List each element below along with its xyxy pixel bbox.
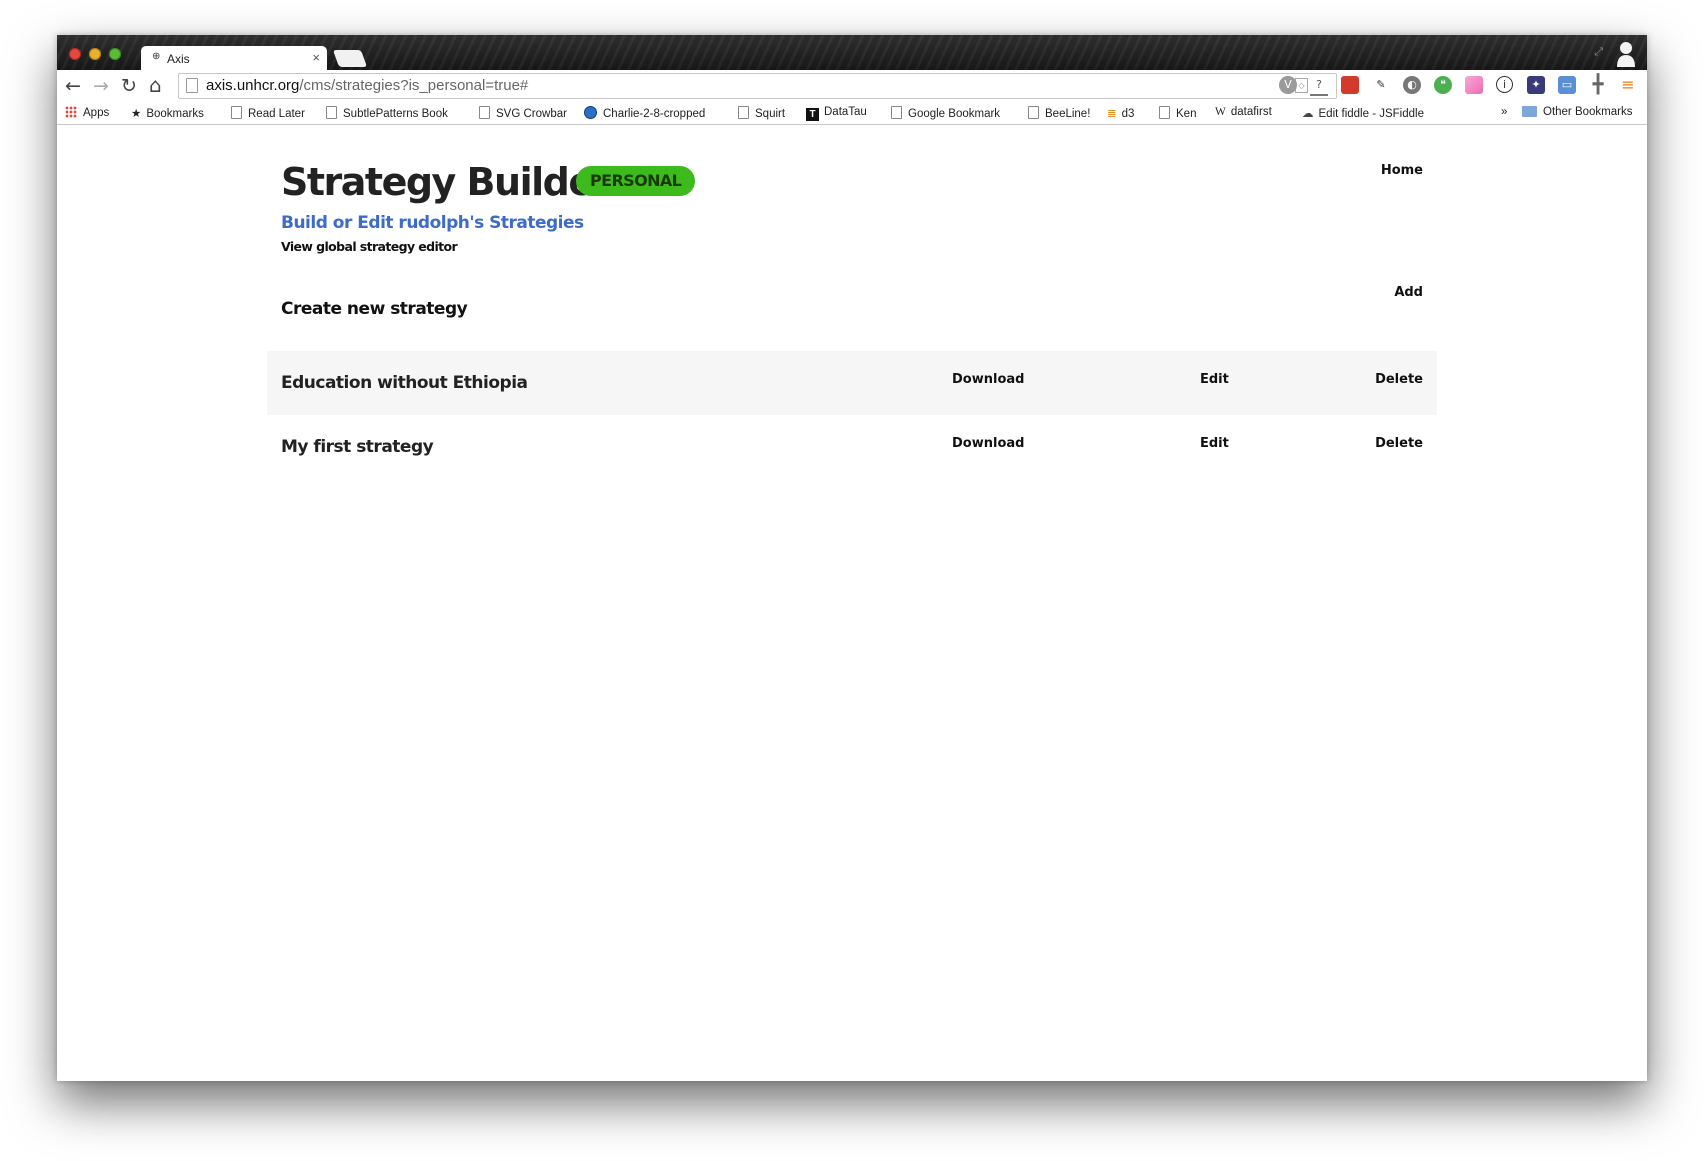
- tab-axis[interactable]: ⊕ Axis ×: [141, 46, 327, 70]
- page-icon: [186, 78, 198, 93]
- add-strategy-button[interactable]: Add: [1394, 285, 1423, 300]
- apps-grid-icon: [65, 106, 77, 118]
- bookmarks-overflow-button[interactable]: »: [1501, 106, 1507, 118]
- extension-bookmark-icon[interactable]: [1341, 76, 1359, 94]
- page-icon: [1028, 106, 1039, 119]
- extension-v-icon[interactable]: V: [1279, 76, 1297, 94]
- bookmark-svg-crowbar[interactable]: SVG Crowbar: [479, 106, 567, 120]
- download-button[interactable]: Download: [952, 436, 1024, 451]
- strategy-row: My first strategy Download Edit Delete: [267, 415, 1437, 479]
- page-icon: [738, 106, 749, 119]
- info-icon[interactable]: i: [1496, 76, 1513, 93]
- bookmark-beeline[interactable]: BeeLine!: [1028, 106, 1090, 120]
- forward-button[interactable]: →: [93, 75, 109, 97]
- download-button[interactable]: Download: [952, 372, 1024, 387]
- edit-button[interactable]: Edit: [1200, 372, 1229, 387]
- bookmark-datafirst[interactable]: Wdatafirst: [1215, 106, 1272, 118]
- page-icon: [326, 106, 337, 119]
- wikipedia-icon: W: [1215, 106, 1226, 118]
- extension-tray-icon[interactable]: ?: [1310, 76, 1328, 96]
- folder-icon: [1522, 106, 1537, 117]
- strategy-row: Education without Ethiopia Download Edit…: [267, 351, 1437, 415]
- hangouts-icon[interactable]: ❝: [1434, 76, 1452, 94]
- delete-button[interactable]: Delete: [1375, 436, 1423, 451]
- browser-toolbar: ← → ↻ ⌂ axis.unhcr.org/cms/strategies?is…: [57, 70, 1647, 102]
- minimize-window-button[interactable]: [89, 48, 101, 60]
- build-edit-strategies-link[interactable]: Build or Edit rudolph's Strategies: [281, 213, 584, 233]
- bookmarks-bar: Apps ★ Bookmarks Read Later SubtlePattern…: [57, 102, 1647, 125]
- page-content: Strategy Builder PERSONAL Home Build or …: [57, 125, 1647, 1081]
- global-strategy-editor-link[interactable]: View global strategy editor: [281, 239, 458, 254]
- globe-icon: [584, 106, 597, 119]
- extension-circle-icon[interactable]: ◐: [1403, 76, 1421, 94]
- cloud-icon: ☁: [1302, 108, 1314, 120]
- back-button[interactable]: ←: [65, 75, 81, 97]
- zoom-window-button[interactable]: [109, 48, 121, 60]
- bookmark-squirt[interactable]: Squirt: [738, 106, 785, 120]
- bookmark-bookmarks[interactable]: ★ Bookmarks: [131, 106, 204, 120]
- close-window-button[interactable]: [69, 48, 81, 60]
- other-bookmarks[interactable]: Other Bookmarks: [1522, 106, 1632, 118]
- bookmark-ken[interactable]: Ken: [1159, 106, 1196, 120]
- page-icon: [231, 106, 242, 119]
- fullscreen-icon[interactable]: ⤢: [1594, 45, 1603, 59]
- bookmark-d3[interactable]: ≣ d3: [1107, 106, 1134, 120]
- strategy-name: My first strategy: [281, 437, 434, 457]
- stack-icon: ≣: [1107, 108, 1117, 120]
- page-icon: [891, 106, 902, 119]
- home-button[interactable]: ⌂: [149, 73, 162, 97]
- reload-button[interactable]: ↻: [121, 75, 137, 97]
- create-strategy-heading: Create new strategy: [281, 299, 468, 319]
- bookmark-read-later[interactable]: Read Later: [231, 106, 305, 120]
- bookmark-google[interactable]: Google Bookmark: [891, 106, 1000, 120]
- home-link[interactable]: Home: [1381, 163, 1423, 178]
- strategy-name: Education without Ethiopia: [281, 373, 528, 393]
- extension-window-icon[interactable]: ▭: [1558, 76, 1576, 94]
- tab-close-icon[interactable]: ×: [312, 50, 320, 65]
- extension-shield-icon[interactable]: ✦: [1527, 76, 1545, 94]
- extension-pink-icon[interactable]: [1465, 76, 1483, 94]
- browser-window: ⊕ Axis × ⤢ ← → ↻ ⌂ axis.unhcr.org/cms/st…: [57, 35, 1647, 1081]
- page-title: Strategy Builder: [281, 160, 611, 204]
- delete-button[interactable]: Delete: [1375, 372, 1423, 387]
- url-text: axis.unhcr.org/cms/strategies?is_persona…: [206, 77, 529, 94]
- page-icon: [479, 106, 490, 119]
- menu-icon[interactable]: ≡: [1619, 76, 1637, 94]
- bookmark-datatau[interactable]: T DataTau: [806, 106, 867, 121]
- bookmark-subtlepatterns[interactable]: SubtlePatterns Book: [326, 106, 448, 120]
- page-icon: [1159, 106, 1170, 119]
- edit-button[interactable]: Edit: [1200, 436, 1229, 451]
- unhcr-favicon-icon: ⊕: [152, 51, 161, 62]
- crosshair-icon[interactable]: ╋: [1589, 76, 1607, 94]
- eyedropper-icon[interactable]: ✎: [1372, 76, 1390, 94]
- bookmark-apps[interactable]: Apps: [65, 106, 109, 119]
- bookmark-jsfiddle[interactable]: ☁ Edit fiddle - JSFiddle: [1302, 106, 1424, 120]
- address-bar[interactable]: axis.unhcr.org/cms/strategies?is_persona…: [178, 73, 1337, 99]
- star-icon: ★: [131, 108, 142, 120]
- new-tab-button[interactable]: [332, 50, 368, 67]
- personal-badge: PERSONAL: [576, 166, 696, 196]
- tab-title: Axis: [167, 52, 190, 66]
- title-bar: ⊕ Axis × ⤢: [57, 35, 1647, 70]
- bookmark-charlie[interactable]: Charlie-2-8-cropped: [584, 106, 705, 120]
- profile-avatar-icon[interactable]: [1615, 39, 1637, 67]
- datatau-icon: T: [806, 108, 819, 121]
